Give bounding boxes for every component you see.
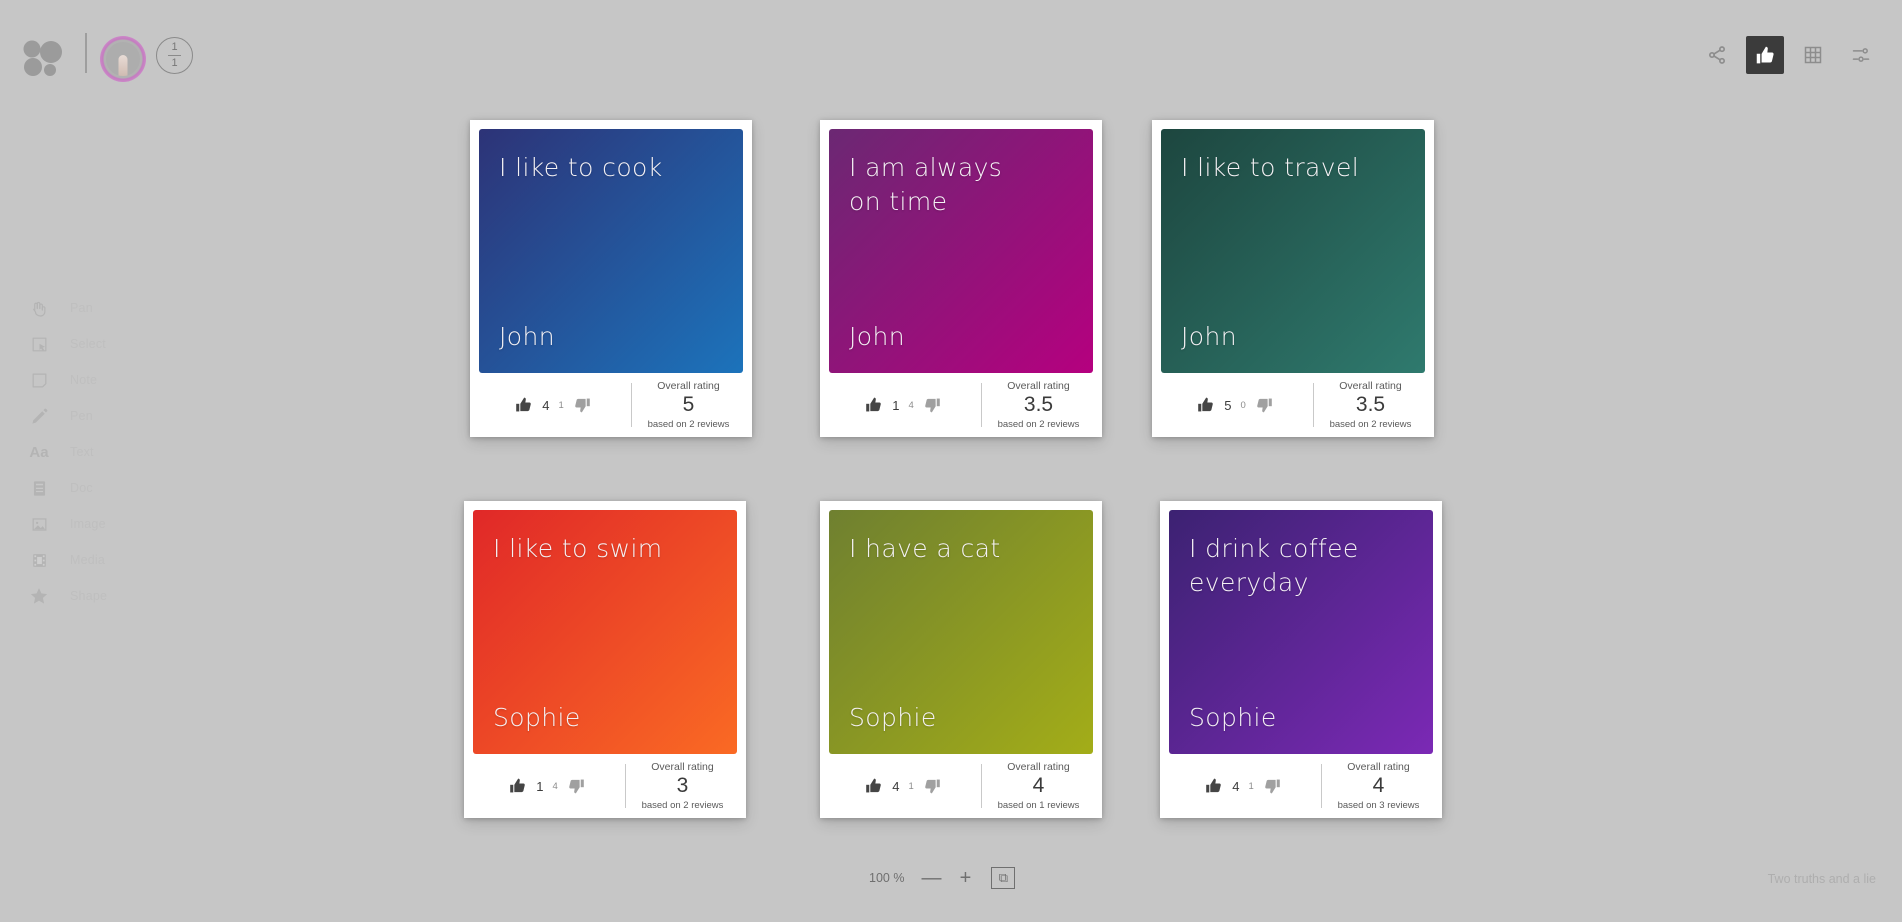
card-face[interactable]: I like to swim Sophie	[473, 510, 737, 754]
vote-controls: 50	[1161, 396, 1313, 414]
rating-block: Overall rating 3.5 based on 2 reviews	[1314, 380, 1425, 430]
down-vote-count: 1	[1248, 780, 1254, 792]
vote-controls: 41	[829, 777, 981, 795]
rating-label: Overall rating	[1007, 760, 1070, 773]
statement-card[interactable]: I like to cook John 4 1 Overall rating 5 based…	[470, 120, 752, 437]
thumbs-up-icon[interactable]	[865, 396, 883, 414]
thumbs-up-icon[interactable]	[1205, 777, 1223, 795]
rating-label: Overall rating	[1339, 379, 1402, 392]
up-vote-count: 1	[892, 397, 900, 413]
rating-value: 3.5	[1355, 393, 1386, 417]
down-vote-count: 1	[908, 780, 914, 792]
thumbs-up-icon[interactable]	[509, 777, 527, 795]
fit-to-screen-button[interactable]: ⧉	[991, 867, 1016, 889]
card-statement: I like to swim	[493, 534, 663, 563]
up-vote-count: 4	[892, 778, 900, 794]
rating-label: Overall rating	[1347, 760, 1410, 773]
rating-block: Overall rating 4 based on 1 reviews	[982, 761, 1093, 811]
thumbs-up-icon[interactable]	[865, 777, 883, 795]
statement-card[interactable]: I am always on time John 1 4 Overall rating 3…	[820, 120, 1102, 437]
rating-block: Overall rating 5 based on 2 reviews	[632, 380, 743, 430]
card-footer: 4 1 Overall rating 4 based on 1 reviews	[829, 754, 1093, 818]
card-board: I like to cook John 4 1 Overall rating 5 based…	[0, 0, 1902, 922]
card-footer: 1 4 Overall rating 3 based on 2 reviews	[473, 754, 737, 818]
rating-value: 3.5	[1023, 393, 1054, 417]
card-author: Sophie	[849, 703, 937, 732]
rating-value: 5	[682, 393, 695, 417]
board-title: Two truths and a lie	[1767, 872, 1876, 886]
rating-value: 3	[676, 774, 689, 798]
thumbs-down-icon[interactable]	[567, 777, 585, 795]
thumbs-down-icon[interactable]	[923, 777, 941, 795]
rating-label: Overall rating	[651, 760, 714, 773]
down-vote-count: 4	[908, 399, 914, 411]
card-footer: 1 4 Overall rating 3.5 based on 2 reviews	[829, 373, 1093, 437]
card-statement: I drink coffee everyday	[1189, 534, 1359, 597]
rating-reviews: based on 1 reviews	[997, 799, 1080, 811]
up-vote-count: 4	[542, 397, 550, 413]
vote-controls: 14	[829, 396, 981, 414]
down-vote-count: 0	[1240, 399, 1246, 411]
vote-controls: 14	[473, 777, 625, 795]
up-vote-count: 5	[1224, 397, 1232, 413]
up-vote-count: 4	[1232, 778, 1240, 794]
zoom-out-button[interactable]: —	[921, 868, 941, 888]
card-statement: I am always on time	[849, 153, 1003, 216]
vote-controls: 41	[479, 396, 631, 414]
rating-block: Overall rating 4 based on 3 reviews	[1322, 761, 1433, 811]
rating-reviews: based on 3 reviews	[1337, 799, 1420, 811]
card-author: John	[499, 322, 555, 351]
card-face[interactable]: I am always on time John	[829, 129, 1093, 373]
card-footer: 4 1 Overall rating 5 based on 2 reviews	[479, 373, 743, 437]
thumbs-down-icon[interactable]	[923, 396, 941, 414]
card-author: Sophie	[1189, 703, 1277, 732]
rating-value: 4	[1372, 774, 1385, 798]
card-statement: I like to cook	[499, 153, 663, 182]
down-vote-count: 1	[558, 399, 564, 411]
thumbs-up-icon[interactable]	[1197, 396, 1215, 414]
zoom-controls: 100 % — + ⧉	[869, 862, 1016, 894]
up-vote-count: 1	[536, 778, 544, 794]
card-statement: I have a cat	[849, 534, 1001, 563]
rating-block: Overall rating 3 based on 2 reviews	[626, 761, 737, 811]
card-statement: I like to travel	[1181, 153, 1360, 182]
rating-reviews: based on 2 reviews	[647, 418, 730, 430]
statement-card[interactable]: I like to travel John 5 0 Overall rating 3.5 b…	[1152, 120, 1434, 437]
thumbs-down-icon[interactable]	[573, 396, 591, 414]
card-face[interactable]: I have a cat Sophie	[829, 510, 1093, 754]
thumbs-down-icon[interactable]	[1263, 777, 1281, 795]
thumbs-down-icon[interactable]	[1255, 396, 1273, 414]
rating-label: Overall rating	[1007, 379, 1070, 392]
rating-reviews: based on 2 reviews	[641, 799, 724, 811]
card-author: John	[849, 322, 905, 351]
card-footer: 4 1 Overall rating 4 based on 3 reviews	[1169, 754, 1433, 818]
card-author: John	[1181, 322, 1237, 351]
zoom-in-button[interactable]: +	[956, 868, 974, 888]
card-author: Sophie	[493, 703, 581, 732]
rating-reviews: based on 2 reviews	[1329, 418, 1412, 430]
card-face[interactable]: I like to travel John	[1161, 129, 1425, 373]
card-footer: 5 0 Overall rating 3.5 based on 2 reviews	[1161, 373, 1425, 437]
rating-value: 4	[1032, 774, 1045, 798]
card-face[interactable]: I drink coffee everyday Sophie	[1169, 510, 1433, 754]
thumbs-up-icon[interactable]	[515, 396, 533, 414]
card-face[interactable]: I like to cook John	[479, 129, 743, 373]
down-vote-count: 4	[552, 780, 558, 792]
statement-card[interactable]: I drink coffee everyday Sophie 4 1 Overall r…	[1160, 501, 1442, 818]
zoom-level: 100 %	[869, 871, 905, 885]
rating-reviews: based on 2 reviews	[997, 418, 1080, 430]
rating-label: Overall rating	[657, 379, 720, 392]
statement-card[interactable]: I have a cat Sophie 4 1 Overall rating 4 based…	[820, 501, 1102, 818]
rating-block: Overall rating 3.5 based on 2 reviews	[982, 380, 1093, 430]
statement-card[interactable]: I like to swim Sophie 1 4 Overall rating 3 bas…	[464, 501, 746, 818]
vote-controls: 41	[1169, 777, 1321, 795]
